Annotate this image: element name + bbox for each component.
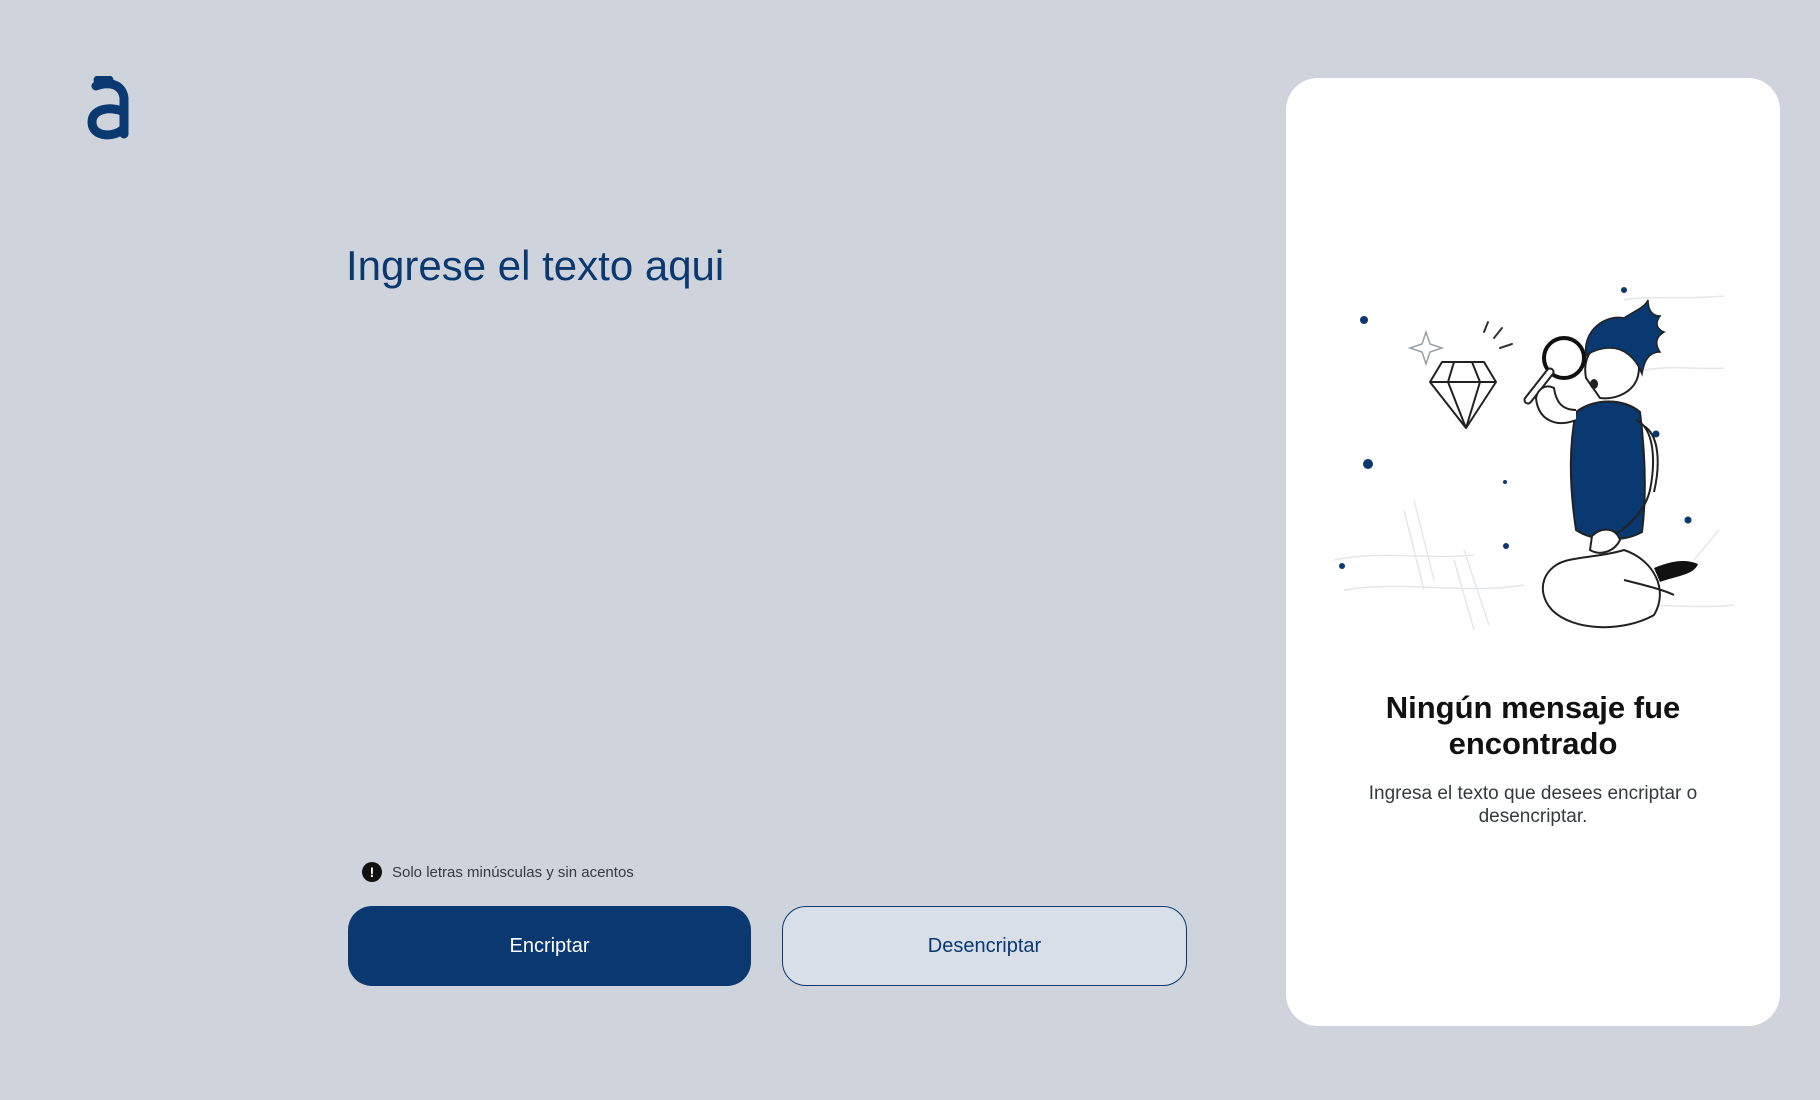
empty-state-title: Ningún mensaje fue encontrado	[1286, 690, 1780, 762]
encrypt-button[interactable]: Encriptar	[348, 906, 751, 986]
hint-text: Solo letras minúsculas y sin acentos	[392, 863, 634, 881]
decrypt-button[interactable]: Desencriptar	[782, 906, 1187, 986]
empty-state-title-line2: encontrado	[1448, 726, 1618, 761]
alura-logo	[87, 76, 129, 140]
empty-state-title-line1: Ningún mensaje fue	[1385, 690, 1681, 725]
text-input[interactable]	[346, 238, 1186, 798]
input-hint: ! Solo letras minúsculas y sin acentos	[362, 862, 634, 882]
exclamation-circle-icon: !	[362, 862, 382, 882]
empty-state-subtitle: Ingresa el texto que desees encriptar o …	[1368, 783, 1698, 827]
person-with-magnifying-glass-illustration	[1333, 287, 1735, 631]
output-panel: Ningún mensaje fue encontrado Ingresa el…	[1286, 78, 1780, 1026]
